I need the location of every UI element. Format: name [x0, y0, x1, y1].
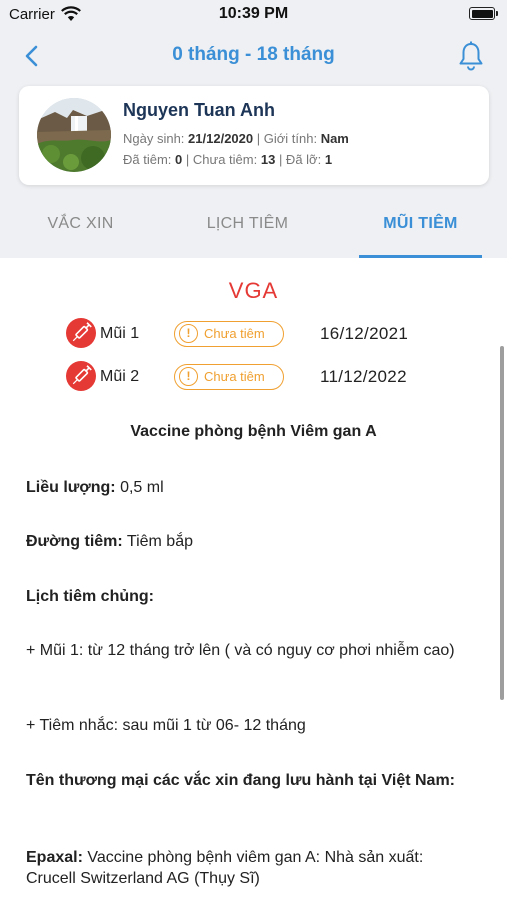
avatar	[37, 98, 111, 172]
warning-icon: !	[179, 367, 198, 386]
syringe-icon	[66, 361, 96, 391]
bell-icon	[459, 41, 483, 71]
syringe-icon	[66, 318, 96, 348]
tab-doses[interactable]: MŨI TIÊM	[359, 200, 482, 258]
profile-name: Nguyen Tuan Anh	[123, 100, 275, 120]
dosage-text: Liều lượng: 0,5 ml	[26, 479, 164, 496]
tab-doses-label: MŨI TIÊM	[383, 215, 458, 232]
trade-names-heading: Tên thương mại các vắc xin đang lưu hành…	[26, 772, 456, 789]
dose-detail-content[interactable]: VGA Mũi 1 ! Chưa tiêm 16/12/2021 Mũi 2 !…	[0, 258, 507, 900]
schedule-booster: + Tiêm nhắc: sau mũi 1 từ 06- 12 tháng	[26, 717, 306, 734]
status-badge-label: Chưa tiêm	[204, 326, 265, 341]
scrollbar[interactable]	[500, 346, 504, 700]
injected-count: 0	[175, 152, 183, 167]
clock: 10:39 PM	[218, 5, 289, 22]
page-title: 0 tháng - 18 tháng	[172, 44, 335, 65]
profile-card[interactable]: Nguyen Tuan Anh Ngày sinh: 21/12/2020 | …	[19, 86, 489, 185]
dose-row[interactable]: Mũi 2 ! Chưa tiêm 11/12/2022	[64, 361, 444, 393]
dose-row[interactable]: Mũi 1 ! Chưa tiêm 16/12/2021	[64, 318, 444, 350]
notification-button[interactable]	[457, 40, 485, 72]
profile-birth-gender: Ngày sinh: 21/12/2020 | Giới tính: Nam	[123, 131, 349, 146]
header-area: Carrier 10:39 PM 0 tháng - 18 tháng Nguy…	[0, 0, 507, 258]
warning-icon: !	[179, 324, 198, 343]
tab-schedule[interactable]: LỊCH TIÊM	[186, 200, 309, 258]
epaxal-text: Epaxal: Vaccine phòng bệnh viêm gan A: N…	[26, 849, 424, 887]
status-bar: Carrier 10:39 PM	[0, 0, 507, 30]
schedule-dose-1: + Mũi 1: từ 12 tháng trở lên ( và có ngu…	[26, 642, 455, 659]
tab-vaccine[interactable]: VẮC XIN	[19, 200, 142, 258]
status-badge[interactable]: ! Chưa tiêm	[174, 364, 284, 390]
birth-date: 21/12/2020	[188, 131, 254, 146]
profile-vaccine-stats: Đã tiêm: 0 | Chưa tiêm: 13 | Đã lỡ: 1	[123, 152, 333, 167]
status-badge-label: Chưa tiêm	[204, 369, 265, 384]
vaccine-code: VGA	[228, 278, 279, 303]
missed-count: 1	[324, 152, 333, 167]
schedule-heading: Lịch tiêm chủng:	[26, 588, 154, 605]
tab-bar: VẮC XIN LỊCH TIÊM MŨI TIÊM	[0, 200, 507, 258]
vaccine-description-title: Vaccine phòng bệnh Viêm gan A	[130, 423, 377, 440]
battery-icon	[469, 7, 498, 20]
gender-value: Nam	[320, 131, 349, 146]
dose-label: Mũi 2	[100, 368, 140, 385]
dose-date: 16/12/2021	[320, 324, 409, 343]
dose-label: Mũi 1	[100, 325, 140, 342]
dose-date: 11/12/2022	[320, 367, 407, 386]
route-text: Đường tiêm: Tiêm bắp	[26, 533, 193, 550]
pending-count: 13	[260, 152, 276, 167]
status-badge[interactable]: ! Chưa tiêm	[174, 321, 284, 347]
